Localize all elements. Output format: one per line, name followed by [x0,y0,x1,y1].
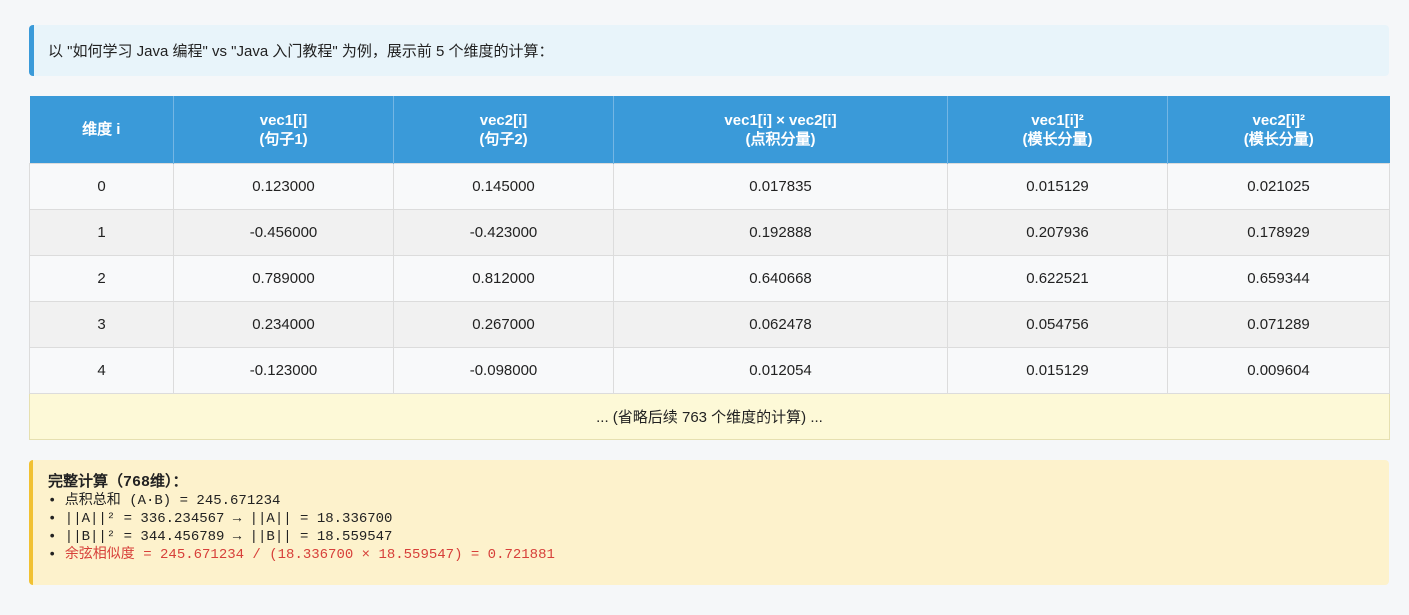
cell-vec1: 0.234000 [173,301,394,348]
summary-title: 完整计算（768维）： [48,474,188,491]
cell-vec1-squared: 0.622521 [947,255,1168,302]
summary-dot-product-line: • 点积总和 (A·B) = 245.671234 [48,493,281,509]
header-vec2: vec2[i] (句子2) [393,96,614,164]
cell-dot-product: 0.192888 [613,209,948,256]
cell-vec2: 0.145000 [393,163,614,210]
cell-vec2-squared: 0.178929 [1167,209,1390,256]
header-dimension: 维度 i [29,96,174,164]
omitted-note: ... (省略后续 763 个维度的计算) ... [29,393,1390,440]
cell-vec2-squared: 0.021025 [1167,163,1390,210]
cell-vec2: 0.267000 [393,301,614,348]
intro-callout: 以 "如何学习 Java 编程" vs "Java 入门教程" 为例，展示前 5… [29,25,1389,76]
table-row: 1 -0.456000 -0.423000 0.192888 0.207936 … [29,209,1390,256]
summary-norm-b-line: • ||B||² = 344.456789 → ||B|| = 18.55954… [48,529,393,545]
summary-norm-a-line: • ||A||² = 336.234567 → ||A|| = 18.33670… [48,511,393,527]
table-row: 2 0.789000 0.812000 0.640668 0.622521 0.… [29,255,1390,302]
cell-vec1-squared: 0.054756 [947,301,1168,348]
cell-dot-product: 0.062478 [613,301,948,348]
cell-vec2: 0.812000 [393,255,614,302]
summary-bullet: • [48,547,65,563]
cell-dimension: 1 [29,209,174,256]
summary-cosine-line: • 余弦相似度 = 245.671234 / (18.336700 × 18.5… [48,546,1389,564]
table-row: 0 0.123000 0.145000 0.017835 0.015129 0.… [29,163,1390,210]
cell-dimension: 0 [29,163,174,210]
header-vec2-squared: vec2[i]² (模长分量) [1167,96,1390,164]
cell-vec2: -0.423000 [393,209,614,256]
cell-vec2: -0.098000 [393,347,614,394]
table-header-row: 维度 i vec1[i] (句子1) vec2[i] (句子2) vec1[i] ×… [29,96,1390,164]
cell-vec1: 0.789000 [173,255,394,302]
cosine-similarity-result: 余弦相似度 = 245.671234 / (18.336700 × 18.559… [64,547,555,563]
cell-dimension: 4 [29,347,174,394]
calculation-table: 维度 i vec1[i] (句子1) vec2[i] (句子2) vec1[i] ×… [29,96,1390,440]
calculation-table-container: 维度 i vec1[i] (句子1) vec2[i] (句子2) vec1[i] ×… [29,96,1390,440]
cell-vec2-squared: 0.659344 [1167,255,1390,302]
cell-dot-product: 0.017835 [613,163,948,210]
table-row: 3 0.234000 0.267000 0.062478 0.054756 0.… [29,301,1390,348]
cell-vec2-squared: 0.009604 [1167,347,1390,394]
cell-dimension: 2 [29,255,174,302]
omitted-row: ... (省略后续 763 个维度的计算) ... [29,393,1390,440]
cell-dot-product: 0.012054 [613,347,948,394]
header-vec1-squared: vec1[i]² (模长分量) [947,96,1168,164]
header-dot-product: vec1[i] × vec2[i] (点积分量) [613,96,948,164]
summary-callout: 完整计算（768维）： • 点积总和 (A·B) = 245.671234 • … [29,460,1389,585]
cell-vec1: -0.456000 [173,209,394,256]
cell-vec1: 0.123000 [173,163,394,210]
cell-vec1-squared: 0.015129 [947,163,1168,210]
cell-vec1: -0.123000 [173,347,394,394]
header-vec1: vec1[i] (句子1) [173,96,394,164]
cell-dot-product: 0.640668 [613,255,948,302]
intro-text: 以 "如何学习 Java 编程" vs "Java 入门教程" 为例，展示前 5… [48,43,554,60]
cell-vec2-squared: 0.071289 [1167,301,1390,348]
cell-vec1-squared: 0.015129 [947,347,1168,394]
cell-vec1-squared: 0.207936 [947,209,1168,256]
cell-dimension: 3 [29,301,174,348]
table-row: 4 -0.123000 -0.098000 0.012054 0.015129 … [29,347,1390,394]
